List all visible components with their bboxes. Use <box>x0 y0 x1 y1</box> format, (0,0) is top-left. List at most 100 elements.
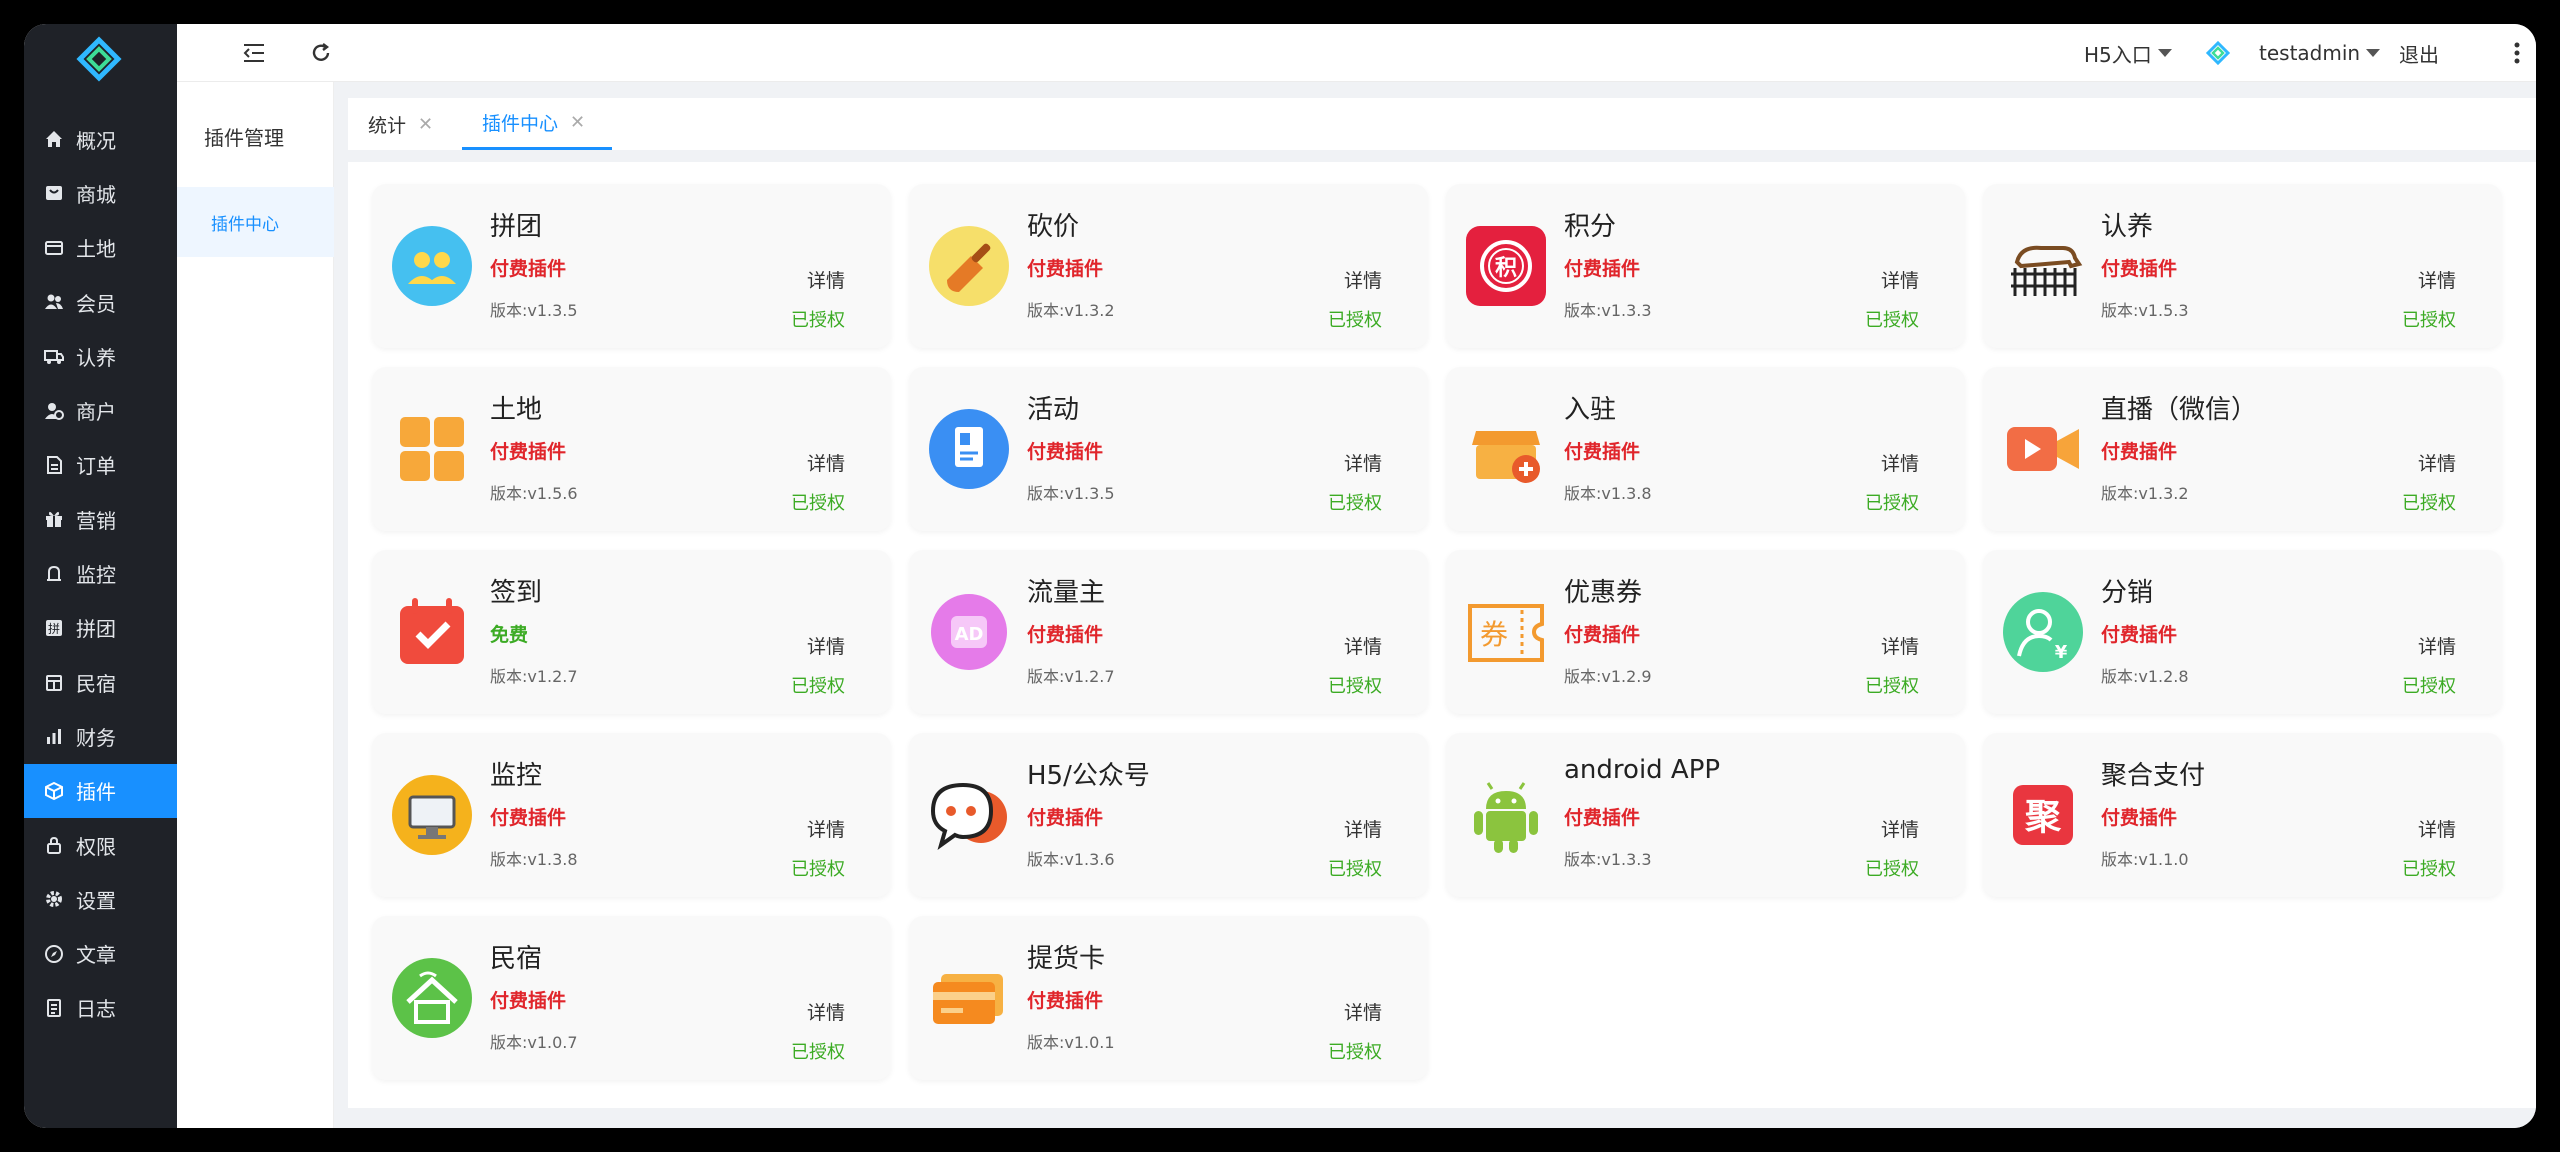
user-dropdown[interactable]: testadmin <box>2259 38 2381 68</box>
plugin-detail-link[interactable]: 详情 <box>2418 449 2456 476</box>
distribution-icon: ¥ <box>2001 590 2085 674</box>
plugin-detail-link[interactable]: 详情 <box>807 815 845 842</box>
sidebar-item-bell[interactable]: 监控 <box>24 546 177 600</box>
plugin-detail-link[interactable]: 详情 <box>1344 632 1382 659</box>
plugin-detail-link[interactable]: 详情 <box>1881 449 1919 476</box>
tab-statistics[interactable]: 统计 ✕ <box>348 98 453 150</box>
more-vertical-icon[interactable] <box>2502 38 2532 68</box>
plugin-auth-status: 已授权 <box>1328 676 1382 697</box>
plugin-detail-link[interactable]: 详情 <box>1881 815 1919 842</box>
plugin-submenu: 插件管理 插件中心 <box>177 82 334 1128</box>
plugin-detail-link[interactable]: 详情 <box>1881 266 1919 293</box>
plugin-type: 付费插件 <box>490 441 567 463</box>
plugin-card: ¥ 分销 付费插件 版本:v1.2.8 详情 已授权 <box>1983 550 2502 714</box>
plugin-title: 监控 <box>490 761 543 791</box>
land-icon <box>390 407 474 491</box>
plugin-title: 积分 <box>1564 212 1617 242</box>
main-area: 统计 ✕ 插件中心 ✕ 拼团 付费插件 版本:v1.3.5 详情 已授权 砍价 付费插件 版本:v… <box>334 82 2536 1128</box>
svg-text:拼: 拼 <box>48 622 60 636</box>
plugin-type: 付费插件 <box>1027 258 1104 280</box>
plugin-detail-link[interactable]: 详情 <box>807 266 845 293</box>
plugin-card: AD 流量主 付费插件 版本:v1.2.7 详情 已授权 <box>909 550 1428 714</box>
shop-icon <box>42 181 66 205</box>
chart-icon <box>42 724 66 748</box>
sidebar-item-home[interactable]: 概况 <box>24 112 177 166</box>
sidebar-item-label: 权限 <box>76 834 116 859</box>
sidebar-item-compass[interactable]: 文章 <box>24 926 177 980</box>
submenu-item-plugin-center[interactable]: 插件中心 <box>177 187 334 257</box>
plugin-version: 版本:v1.3.3 <box>1564 850 1652 869</box>
monitor-icon <box>390 773 474 857</box>
plugin-type: 付费插件 <box>490 258 567 280</box>
plugin-detail-link[interactable]: 详情 <box>807 998 845 1025</box>
sidebar-item-cube[interactable]: 插件 <box>24 763 177 818</box>
collapse-menu-icon[interactable] <box>239 38 269 68</box>
sidebar-item-truck[interactable]: 认养 <box>24 329 177 383</box>
plugin-title: android APP <box>1564 755 1721 785</box>
logo-icon[interactable] <box>74 34 124 84</box>
plugin-detail-link[interactable]: 详情 <box>1344 998 1382 1025</box>
app-window: 概况 商城 土地 会员 认养 商户 订单 营销 监控拼拼团 民宿 财务 插件 权限 设置 文章 日志 H5入口… <box>24 24 2536 1128</box>
plugin-title: 优惠券 <box>1564 578 1643 608</box>
logout-button[interactable]: 退出 <box>2399 38 2439 68</box>
close-icon[interactable]: ✕ <box>418 114 433 135</box>
sidebar: 概况 商城土地会员认养商户 订单 营销 监控拼 拼团 民宿财务插件权限设置 文章日志 <box>24 24 177 1128</box>
plugin-detail-link[interactable]: 详情 <box>1344 266 1382 293</box>
card-icon <box>42 236 66 260</box>
svg-text:积: 积 <box>1495 256 1517 281</box>
ad-icon: AD <box>927 590 1011 674</box>
sidebar-item-gift[interactable]: 营销 <box>24 492 177 546</box>
sidebar-item-order[interactable]: 订单 <box>24 438 177 492</box>
plugin-version: 版本:v1.3.5 <box>490 301 578 320</box>
plugin-detail-link[interactable]: 详情 <box>807 632 845 659</box>
plugin-version: 版本:v1.3.6 <box>1027 850 1115 869</box>
sidebar-item-label: 日志 <box>76 997 116 1022</box>
plugin-grid: 拼团 付费插件 版本:v1.3.5 详情 已授权 砍价 付费插件 版本:v1.3.2 详情 已授权… <box>372 184 2502 1080</box>
refresh-icon[interactable] <box>306 38 336 68</box>
sidebar-item-shop[interactable]: 商城 <box>24 166 177 220</box>
plugin-title: 活动 <box>1027 395 1080 425</box>
close-icon[interactable]: ✕ <box>570 112 585 133</box>
sidebar-item-gear[interactable]: 设置 <box>24 872 177 926</box>
sidebar-item-house[interactable]: 民宿 <box>24 655 177 709</box>
plugin-detail-link[interactable]: 详情 <box>2418 815 2456 842</box>
sidebar-item-users[interactable]: 会员 <box>24 275 177 329</box>
plugin-card: 签到 免费 版本:v1.2.7 详情 已授权 <box>372 550 891 714</box>
plugin-title: 入驻 <box>1564 395 1617 425</box>
sidebar-item-label: 认养 <box>76 345 116 370</box>
plugin-detail-link[interactable]: 详情 <box>1344 449 1382 476</box>
sidebar-item-merchant[interactable]: 商户 <box>24 383 177 437</box>
tab-plugin-center[interactable]: 插件中心 ✕ <box>462 98 612 150</box>
plugin-detail-link[interactable]: 详情 <box>2418 632 2456 659</box>
svg-text:¥: ¥ <box>2055 642 2068 663</box>
bell-icon <box>42 562 66 586</box>
plugin-auth-status: 已授权 <box>791 493 845 514</box>
plugin-version: 版本:v1.3.8 <box>1564 484 1652 503</box>
plugin-type: 免费 <box>490 624 529 646</box>
sidebar-item-group[interactable]: 拼 拼团 <box>24 601 177 655</box>
plugin-detail-link[interactable]: 详情 <box>2418 266 2456 293</box>
plugin-auth-status: 已授权 <box>2402 859 2456 880</box>
sidebar-item-card[interactable]: 土地 <box>24 221 177 275</box>
android-icon <box>1464 773 1548 857</box>
plugin-detail-link[interactable]: 详情 <box>1344 815 1382 842</box>
group-icon: 拼 <box>42 616 66 640</box>
plugin-detail-link[interactable]: 详情 <box>807 449 845 476</box>
plugin-auth-status: 已授权 <box>1865 676 1919 697</box>
plugin-card: android APP 付费插件 版本:v1.3.3 详情 已授权 <box>1446 733 1965 897</box>
sidebar-item-label: 土地 <box>76 237 116 262</box>
h5-entry-label: H5入口 <box>2084 42 2152 67</box>
plugin-title: 民宿 <box>490 944 543 974</box>
h5-entry-dropdown[interactable]: H5入口 <box>2084 38 2172 68</box>
sidebar-item-label: 财务 <box>76 725 116 750</box>
plugin-type: 付费插件 <box>1564 624 1641 646</box>
order-icon <box>42 453 66 477</box>
plugin-card: 聚 聚合支付 付费插件 版本:v1.1.0 详情 已授权 <box>1983 733 2502 897</box>
plugin-type: 付费插件 <box>1027 807 1104 829</box>
sidebar-item-log[interactable]: 日志 <box>24 981 177 1035</box>
plugin-detail-link[interactable]: 详情 <box>1881 632 1919 659</box>
sidebar-item-lock[interactable]: 权限 <box>24 818 177 872</box>
plugin-auth-status: 已授权 <box>791 310 845 331</box>
plugin-type: 付费插件 <box>1027 990 1104 1012</box>
sidebar-item-chart[interactable]: 财务 <box>24 709 177 763</box>
